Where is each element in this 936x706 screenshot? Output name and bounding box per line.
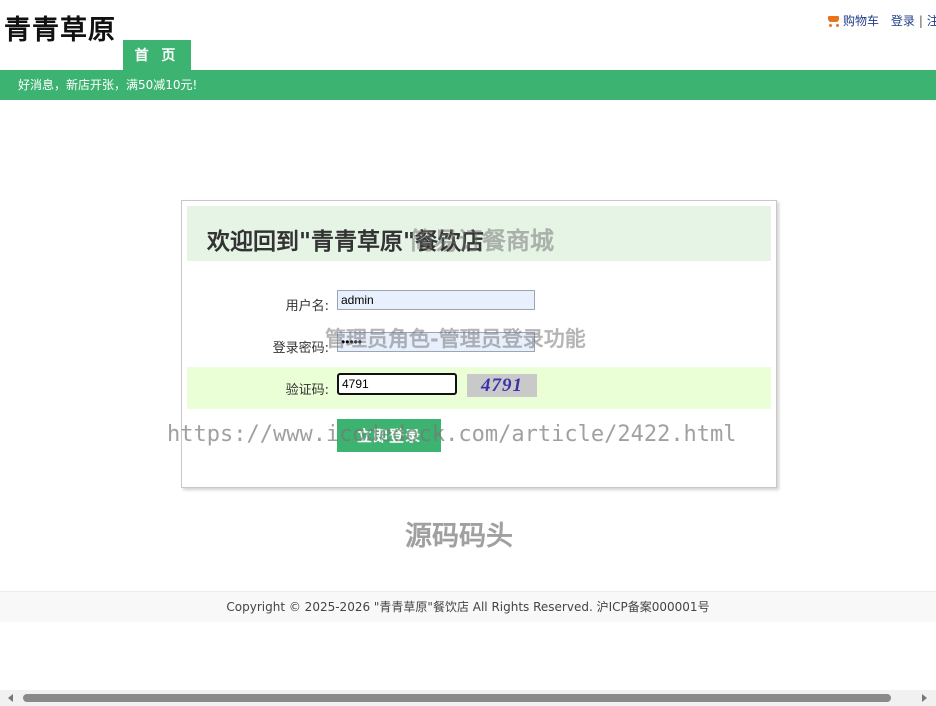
notice-bar: 好消息，新店开张，满50减10元! (0, 70, 936, 100)
password-input[interactable] (337, 332, 535, 352)
register-link[interactable]: 注 (927, 14, 936, 28)
link-separator: | (918, 13, 923, 28)
login-title: 欢迎回到"青青草原"餐饮店 (207, 229, 484, 255)
watermark-source: 源码码头 (405, 521, 513, 552)
notice-text: 好消息，新店开张，满50减10元! (18, 78, 198, 92)
site-header: 青青草原 首 页 购物车 登录 | 注 (0, 0, 936, 70)
login-link[interactable]: 登录 (891, 14, 915, 28)
username-row: 用户名: (187, 283, 771, 325)
captcha-label: 验证码: (285, 383, 329, 398)
username-label: 用户名: (285, 299, 329, 314)
top-links: 购物车 登录 | 注 (826, 12, 936, 29)
captcha-row: 验证码: 4791 (187, 367, 771, 409)
scroll-right-icon[interactable] (922, 694, 927, 702)
horizontal-scrollbar[interactable] (0, 690, 936, 706)
nav-tab-home[interactable]: 首 页 (123, 40, 191, 70)
login-panel: 欢迎回到"青青草原"餐饮店 用户名: 登录密码: 验证码: 4791 立即登录 (181, 200, 777, 488)
footer-copyright: Copyright © 2025-2026 "青青草原"餐饮店 All Righ… (226, 600, 710, 614)
shopping-cart-icon[interactable] (826, 15, 840, 27)
scroll-left-icon[interactable] (8, 694, 13, 702)
username-input[interactable] (337, 290, 535, 310)
login-submit-button[interactable]: 立即登录 (337, 419, 441, 452)
password-label: 登录密码: (272, 341, 329, 356)
cart-link[interactable]: 购物车 (843, 14, 879, 28)
site-footer: Copyright © 2025-2026 "青青草原"餐饮店 All Righ… (0, 591, 936, 622)
captcha-image[interactable]: 4791 (467, 374, 537, 397)
scrollbar-thumb[interactable] (23, 694, 891, 702)
login-title-bar: 欢迎回到"青青草原"餐饮店 (187, 206, 771, 261)
password-row: 登录密码: (187, 325, 771, 367)
captcha-input[interactable] (337, 373, 457, 395)
site-logo[interactable]: 青青草原 (4, 8, 116, 47)
